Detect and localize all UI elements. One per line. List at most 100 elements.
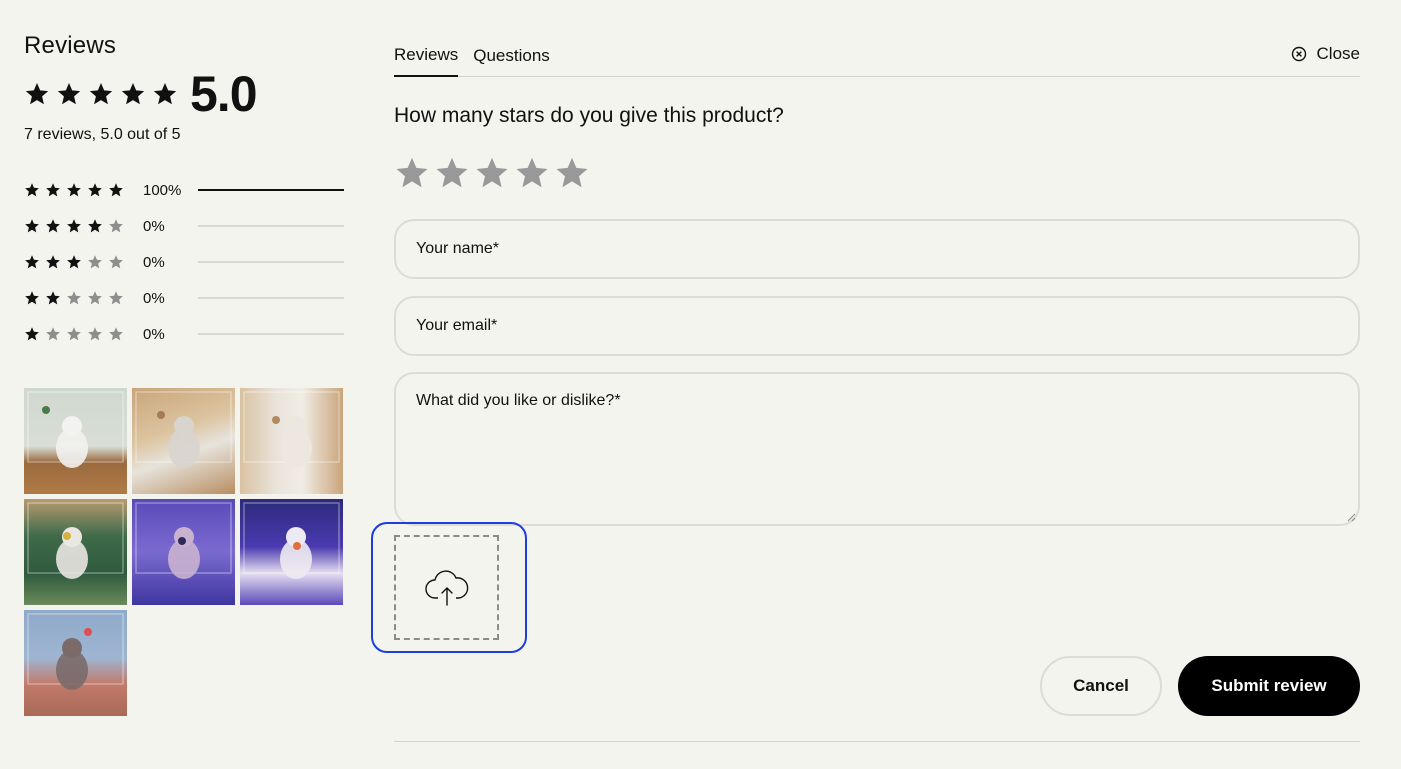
star-icon — [109, 291, 123, 305]
photo-upload-button[interactable] — [394, 535, 499, 640]
star-icon — [67, 255, 81, 269]
tab-questions[interactable]: Questions — [473, 46, 550, 76]
photo-content — [27, 613, 124, 690]
name-placeholder: Your name* — [416, 240, 500, 257]
star-icon — [25, 327, 39, 341]
rating-percent: 100% — [143, 181, 182, 199]
rating-bar — [198, 188, 344, 191]
cloud-upload-icon — [424, 569, 468, 606]
review-photo-2[interactable] — [132, 388, 235, 494]
average-rating-row: 5.0 — [24, 66, 344, 122]
name-field[interactable]: Your name* — [394, 219, 1360, 279]
rating-star-3[interactable] — [474, 155, 510, 191]
reviews-summary-text: 7 reviews, 5.0 out of 5 — [24, 126, 181, 143]
rating-row-1-star[interactable]: 0% — [24, 316, 344, 352]
star-icon — [88, 327, 102, 341]
star-icon — [153, 82, 177, 105]
rating-distribution: 100% 0% 0% 0% 0% — [24, 172, 344, 352]
star-icon — [88, 291, 102, 305]
star-icon — [46, 291, 60, 305]
tab-bar: Reviews Questions Close — [394, 40, 1360, 77]
rating-star-2[interactable] — [434, 155, 470, 191]
review-photo-3[interactable] — [240, 388, 343, 494]
submit-review-button[interactable]: Submit review — [1178, 656, 1360, 716]
divider — [394, 741, 1360, 742]
rating-star-4[interactable] — [514, 155, 550, 191]
star-icon — [88, 183, 102, 197]
tab-reviews[interactable]: Reviews — [394, 45, 459, 77]
rating-row-4-star[interactable]: 0% — [24, 208, 344, 244]
review-photo-1[interactable] — [24, 388, 127, 494]
review-photo-7[interactable] — [24, 610, 127, 716]
email-placeholder: Your email* — [416, 317, 498, 334]
reviews-title: Reviews — [24, 32, 117, 59]
comment-textarea[interactable]: What did you like or dislike?* — [394, 372, 1360, 526]
rating-row-3-star[interactable]: 0% — [24, 244, 344, 280]
photo-content — [243, 502, 340, 579]
photo-content — [135, 391, 232, 468]
email-field[interactable]: Your email* — [394, 296, 1360, 356]
form-actions: Cancel Submit review — [1040, 656, 1360, 716]
star-rating-input[interactable] — [394, 155, 1360, 191]
review-photo-4[interactable] — [24, 499, 127, 605]
review-photo-6[interactable] — [240, 499, 343, 605]
star-icon — [109, 327, 123, 341]
rating-row-2-star[interactable]: 0% — [24, 280, 344, 316]
star-icon — [67, 327, 81, 341]
star-icon — [46, 327, 60, 341]
photo-content — [27, 502, 124, 579]
rating-bar-fill — [198, 188, 344, 191]
star-icon — [46, 255, 60, 269]
star-icon — [67, 219, 81, 233]
photo-content — [135, 502, 232, 579]
star-icon — [89, 82, 113, 105]
row-stars — [24, 254, 143, 270]
rating-bar — [198, 261, 344, 263]
close-icon — [1291, 46, 1306, 62]
reviews-summary-panel: Reviews 5.0 7 reviews, 5.0 out of 5 100%… — [24, 30, 344, 716]
review-photo-5[interactable] — [132, 499, 235, 605]
review-photo-gallery — [24, 388, 344, 716]
row-stars — [24, 182, 143, 198]
star-icon — [25, 255, 39, 269]
rating-percent: 0% — [143, 325, 165, 343]
cancel-button[interactable]: Cancel — [1040, 656, 1162, 716]
star-icon — [67, 291, 81, 305]
star-icon — [109, 183, 123, 197]
rating-question: How many stars do you give this product? — [394, 104, 784, 127]
rating-bar — [198, 333, 344, 335]
row-stars — [24, 326, 143, 342]
row-stars — [24, 218, 143, 234]
star-icon — [88, 255, 102, 269]
star-icon — [25, 291, 39, 305]
photo-content — [243, 391, 340, 468]
star-icon — [46, 183, 60, 197]
photo-content — [27, 391, 124, 468]
star-icon — [46, 219, 60, 233]
rating-star-5[interactable] — [554, 155, 590, 191]
star-icon — [25, 219, 39, 233]
star-icon — [109, 219, 123, 233]
star-icon — [121, 82, 145, 105]
close-button[interactable]: Close — [1291, 44, 1360, 64]
rating-percent: 0% — [143, 217, 165, 235]
review-form-panel: Reviews Questions Close How many stars d… — [371, 40, 1360, 742]
rating-row-5-star[interactable]: 100% — [24, 172, 344, 208]
average-stars — [24, 81, 178, 107]
rating-percent: 0% — [143, 289, 165, 307]
star-icon — [67, 183, 81, 197]
rating-bar — [198, 297, 344, 299]
star-icon — [25, 183, 39, 197]
rating-bar — [198, 225, 344, 227]
comment-placeholder: What did you like or dislike?* — [416, 392, 621, 409]
rating-star-1[interactable] — [394, 155, 430, 191]
close-label: Close — [1316, 44, 1360, 63]
resize-handle-icon[interactable] — [1347, 513, 1356, 522]
row-stars — [24, 290, 143, 306]
rating-percent: 0% — [143, 253, 165, 271]
photo-upload-focus-ring — [371, 522, 527, 653]
star-icon — [25, 82, 49, 105]
star-icon — [109, 255, 123, 269]
average-rating-value: 5.0 — [190, 66, 258, 122]
star-icon — [88, 219, 102, 233]
